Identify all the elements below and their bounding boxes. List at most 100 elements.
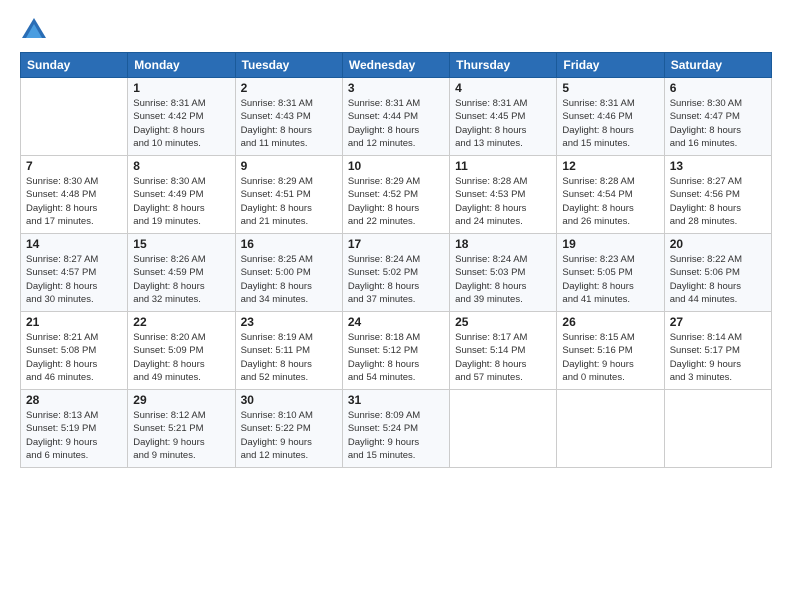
col-header-tuesday: Tuesday	[235, 53, 342, 78]
day-info: Sunrise: 8:20 AM Sunset: 5:09 PM Dayligh…	[133, 331, 229, 384]
day-cell	[21, 78, 128, 156]
day-info: Sunrise: 8:14 AM Sunset: 5:17 PM Dayligh…	[670, 331, 766, 384]
day-cell: 16 Sunrise: 8:25 AM Sunset: 5:00 PM Dayli…	[235, 234, 342, 312]
day-info: Sunrise: 8:13 AM Sunset: 5:19 PM Dayligh…	[26, 409, 122, 462]
day-number: 28	[26, 393, 122, 407]
day-info: Sunrise: 8:29 AM Sunset: 4:51 PM Dayligh…	[241, 175, 337, 228]
day-cell	[557, 390, 664, 468]
logo-icon	[20, 16, 48, 44]
col-header-monday: Monday	[128, 53, 235, 78]
day-cell: 12 Sunrise: 8:28 AM Sunset: 4:54 PM Dayli…	[557, 156, 664, 234]
week-row-1: 1 Sunrise: 8:31 AM Sunset: 4:42 PM Daylig…	[21, 78, 772, 156]
day-number: 10	[348, 159, 444, 173]
week-row-5: 28 Sunrise: 8:13 AM Sunset: 5:19 PM Dayli…	[21, 390, 772, 468]
day-info: Sunrise: 8:30 AM Sunset: 4:47 PM Dayligh…	[670, 97, 766, 150]
day-number: 19	[562, 237, 658, 251]
day-number: 7	[26, 159, 122, 173]
day-number: 22	[133, 315, 229, 329]
day-info: Sunrise: 8:10 AM Sunset: 5:22 PM Dayligh…	[241, 409, 337, 462]
day-cell: 29Sunrise: 8:12 AM Sunset: 5:21 PM Dayli…	[128, 390, 235, 468]
day-cell: 7 Sunrise: 8:30 AM Sunset: 4:48 PM Daylig…	[21, 156, 128, 234]
day-number: 6	[670, 81, 766, 95]
day-number: 2	[241, 81, 337, 95]
day-number: 29	[133, 393, 229, 407]
day-number: 1	[133, 81, 229, 95]
day-cell: 21 Sunrise: 8:21 AM Sunset: 5:08 PM Dayli…	[21, 312, 128, 390]
day-number: 21	[26, 315, 122, 329]
day-info: Sunrise: 8:31 AM Sunset: 4:43 PM Dayligh…	[241, 97, 337, 150]
day-info: Sunrise: 8:30 AM Sunset: 4:48 PM Dayligh…	[26, 175, 122, 228]
day-cell: 22 Sunrise: 8:20 AM Sunset: 5:09 PM Dayli…	[128, 312, 235, 390]
logo	[20, 16, 52, 44]
day-cell: 20 Sunrise: 8:22 AM Sunset: 5:06 PM Dayli…	[664, 234, 771, 312]
day-info: Sunrise: 8:23 AM Sunset: 5:05 PM Dayligh…	[562, 253, 658, 306]
day-number: 17	[348, 237, 444, 251]
day-info: Sunrise: 8:24 AM Sunset: 5:03 PM Dayligh…	[455, 253, 551, 306]
day-info: Sunrise: 8:31 AM Sunset: 4:46 PM Dayligh…	[562, 97, 658, 150]
day-cell: 11 Sunrise: 8:28 AM Sunset: 4:53 PM Dayli…	[450, 156, 557, 234]
day-cell: 28 Sunrise: 8:13 AM Sunset: 5:19 PM Dayli…	[21, 390, 128, 468]
header-row-days: SundayMondayTuesdayWednesdayThursdayFrid…	[21, 53, 772, 78]
day-cell	[450, 390, 557, 468]
day-info: Sunrise: 8:27 AM Sunset: 4:57 PM Dayligh…	[26, 253, 122, 306]
col-header-sunday: Sunday	[21, 53, 128, 78]
day-cell: 10 Sunrise: 8:29 AM Sunset: 4:52 PM Dayli…	[342, 156, 449, 234]
day-cell: 17Sunrise: 8:24 AM Sunset: 5:02 PM Dayli…	[342, 234, 449, 312]
calendar-table: SundayMondayTuesdayWednesdayThursdayFrid…	[20, 52, 772, 468]
day-number: 18	[455, 237, 551, 251]
day-info: Sunrise: 8:17 AM Sunset: 5:14 PM Dayligh…	[455, 331, 551, 384]
day-number: 31	[348, 393, 444, 407]
day-cell: 25Sunrise: 8:17 AM Sunset: 5:14 PM Dayli…	[450, 312, 557, 390]
day-info: Sunrise: 8:26 AM Sunset: 4:59 PM Dayligh…	[133, 253, 229, 306]
day-info: Sunrise: 8:31 AM Sunset: 4:45 PM Dayligh…	[455, 97, 551, 150]
day-cell: 13 Sunrise: 8:27 AM Sunset: 4:56 PM Dayli…	[664, 156, 771, 234]
day-number: 12	[562, 159, 658, 173]
day-cell: 6 Sunrise: 8:30 AM Sunset: 4:47 PM Daylig…	[664, 78, 771, 156]
day-info: Sunrise: 8:19 AM Sunset: 5:11 PM Dayligh…	[241, 331, 337, 384]
day-number: 27	[670, 315, 766, 329]
week-row-4: 21 Sunrise: 8:21 AM Sunset: 5:08 PM Dayli…	[21, 312, 772, 390]
day-number: 5	[562, 81, 658, 95]
day-number: 4	[455, 81, 551, 95]
day-info: Sunrise: 8:25 AM Sunset: 5:00 PM Dayligh…	[241, 253, 337, 306]
day-cell: 26 Sunrise: 8:15 AM Sunset: 5:16 PM Dayli…	[557, 312, 664, 390]
col-header-friday: Friday	[557, 53, 664, 78]
day-cell: 15 Sunrise: 8:26 AM Sunset: 4:59 PM Dayli…	[128, 234, 235, 312]
day-cell: 9Sunrise: 8:29 AM Sunset: 4:51 PM Daylig…	[235, 156, 342, 234]
day-info: Sunrise: 8:09 AM Sunset: 5:24 PM Dayligh…	[348, 409, 444, 462]
day-info: Sunrise: 8:31 AM Sunset: 4:42 PM Dayligh…	[133, 97, 229, 150]
day-number: 30	[241, 393, 337, 407]
day-number: 13	[670, 159, 766, 173]
day-info: Sunrise: 8:31 AM Sunset: 4:44 PM Dayligh…	[348, 97, 444, 150]
day-cell: 19 Sunrise: 8:23 AM Sunset: 5:05 PM Dayli…	[557, 234, 664, 312]
day-number: 20	[670, 237, 766, 251]
day-cell: 18 Sunrise: 8:24 AM Sunset: 5:03 PM Dayli…	[450, 234, 557, 312]
day-info: Sunrise: 8:30 AM Sunset: 4:49 PM Dayligh…	[133, 175, 229, 228]
calendar-container: SundayMondayTuesdayWednesdayThursdayFrid…	[0, 0, 792, 478]
day-cell: 4 Sunrise: 8:31 AM Sunset: 4:45 PM Daylig…	[450, 78, 557, 156]
col-header-thursday: Thursday	[450, 53, 557, 78]
day-number: 14	[26, 237, 122, 251]
day-info: Sunrise: 8:15 AM Sunset: 5:16 PM Dayligh…	[562, 331, 658, 384]
day-number: 15	[133, 237, 229, 251]
col-header-wednesday: Wednesday	[342, 53, 449, 78]
day-cell: 2 Sunrise: 8:31 AM Sunset: 4:43 PM Daylig…	[235, 78, 342, 156]
day-cell: 5 Sunrise: 8:31 AM Sunset: 4:46 PM Daylig…	[557, 78, 664, 156]
day-cell: 8Sunrise: 8:30 AM Sunset: 4:49 PM Daylig…	[128, 156, 235, 234]
day-number: 26	[562, 315, 658, 329]
day-number: 11	[455, 159, 551, 173]
day-cell: 3 Sunrise: 8:31 AM Sunset: 4:44 PM Daylig…	[342, 78, 449, 156]
day-number: 23	[241, 315, 337, 329]
day-number: 16	[241, 237, 337, 251]
day-number: 3	[348, 81, 444, 95]
week-row-2: 7 Sunrise: 8:30 AM Sunset: 4:48 PM Daylig…	[21, 156, 772, 234]
day-cell: 27 Sunrise: 8:14 AM Sunset: 5:17 PM Dayli…	[664, 312, 771, 390]
day-info: Sunrise: 8:28 AM Sunset: 4:54 PM Dayligh…	[562, 175, 658, 228]
day-info: Sunrise: 8:27 AM Sunset: 4:56 PM Dayligh…	[670, 175, 766, 228]
day-info: Sunrise: 8:29 AM Sunset: 4:52 PM Dayligh…	[348, 175, 444, 228]
day-info: Sunrise: 8:28 AM Sunset: 4:53 PM Dayligh…	[455, 175, 551, 228]
day-cell: 23 Sunrise: 8:19 AM Sunset: 5:11 PM Dayli…	[235, 312, 342, 390]
day-info: Sunrise: 8:22 AM Sunset: 5:06 PM Dayligh…	[670, 253, 766, 306]
day-number: 24	[348, 315, 444, 329]
day-info: Sunrise: 8:21 AM Sunset: 5:08 PM Dayligh…	[26, 331, 122, 384]
